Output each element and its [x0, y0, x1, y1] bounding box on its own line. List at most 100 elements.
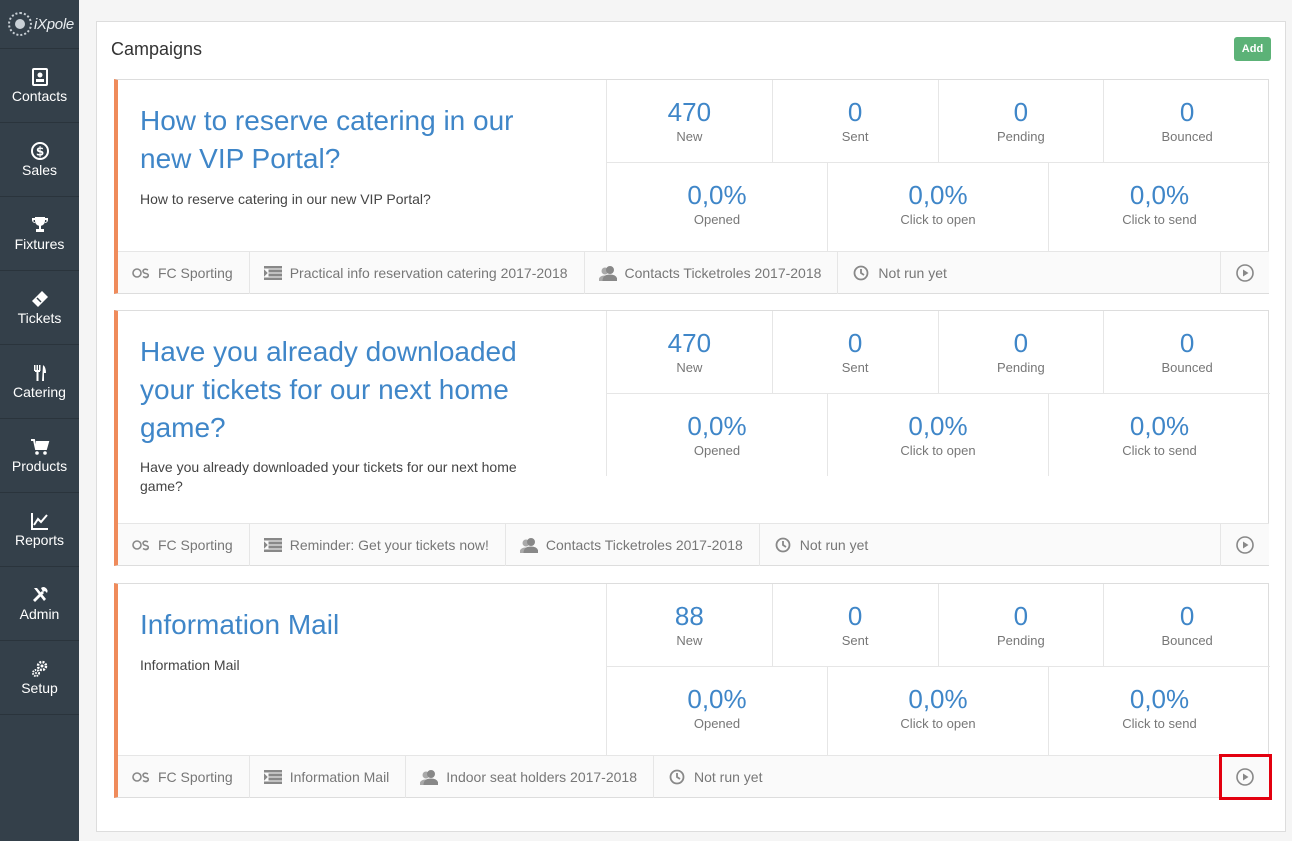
- stat-label: Click to open: [900, 212, 976, 227]
- sidebar-item-setup[interactable]: Setup: [0, 641, 79, 715]
- campaign-footer: FC Sporting Reminder: Get your tickets n…: [118, 523, 1269, 566]
- footer-club-label: FC Sporting: [158, 768, 233, 785]
- stat-value: 470: [667, 97, 712, 127]
- stat-opened: 0,0% Opened: [607, 394, 828, 476]
- sidebar-item-fixtures[interactable]: Fixtures: [0, 197, 79, 271]
- campaign-card: How to reserve catering in our new VIP P…: [114, 79, 1270, 294]
- stat-sent: 0 Sent: [773, 584, 939, 666]
- campaign-title[interactable]: Information Mail: [140, 606, 560, 644]
- stat-value: 0,0%: [1129, 180, 1190, 210]
- sidebar-item-label: Sales: [21, 162, 58, 178]
- footer-audience[interactable]: Contacts Ticketroles 2017-2018: [506, 523, 760, 566]
- footer-status-label: Not run yet: [799, 536, 869, 553]
- stat-opened: 0,0% Opened: [607, 163, 828, 251]
- cart-icon: [30, 439, 49, 455]
- sidebar-item-contacts[interactable]: Contacts: [0, 49, 79, 123]
- footer-template[interactable]: Practical info reservation catering 2017…: [250, 251, 585, 294]
- footer-status: Not run yet: [838, 252, 962, 294]
- run-campaign-button[interactable]: [1221, 252, 1269, 294]
- footer-status-label: Not run yet: [694, 768, 763, 785]
- page-title: Campaigns: [111, 39, 203, 59]
- cutlery-icon: [33, 365, 46, 381]
- footer-template-label: Information Mail: [289, 768, 390, 785]
- stat-label: Sent: [841, 633, 869, 648]
- stat-label: Sent: [841, 360, 869, 375]
- stat-click-to-open: 0,0% Click to open: [828, 667, 1049, 755]
- users-icon: [598, 265, 617, 281]
- stat-value: 0: [1013, 328, 1029, 358]
- stat-label: Opened: [693, 212, 741, 227]
- footer-club: FC Sporting: [118, 523, 250, 566]
- footer-template-label: Reminder: Get your tickets now!: [289, 536, 489, 553]
- campaign-stats: 470 New 0 Sent 0 Pending 0 Bounced 0,0% Opene…: [606, 80, 1270, 251]
- stat-label: Click to send: [1122, 443, 1197, 458]
- stat-opened: 0,0% Opened: [607, 667, 828, 755]
- template-icon: [263, 769, 282, 785]
- campaign-stats: 470 New 0 Sent 0 Pending 0 Bounced 0,0% Opene…: [606, 311, 1270, 476]
- stat-label: Bounced: [1161, 360, 1213, 375]
- logo[interactable]: iXpole: [0, 0, 79, 49]
- sidebar-item-label: Tickets: [17, 310, 62, 326]
- campaign-description: How to reserve catering in our new VIP P…: [140, 191, 431, 207]
- stat-pending: 0 Pending: [939, 80, 1105, 162]
- campaign-title[interactable]: Have you already downloaded your tickets…: [140, 333, 560, 447]
- sidebar-item-label: Contacts: [11, 88, 68, 104]
- campaigns-panel: Campaigns Add How to reserve catering in…: [96, 21, 1286, 832]
- trophy-icon: [31, 217, 48, 232]
- run-campaign-button[interactable]: [1219, 753, 1272, 800]
- stat-label: Pending: [997, 633, 1045, 648]
- sidebar-item-admin[interactable]: Admin: [0, 567, 79, 641]
- tools-icon: [32, 587, 47, 602]
- footer-status: Not run yet: [760, 524, 884, 566]
- footer-club: FC Sporting: [118, 755, 250, 798]
- stat-value: 0: [1013, 601, 1029, 631]
- stat-click-to-send: 0,0% Click to send: [1049, 163, 1270, 251]
- sidebar-item-tickets[interactable]: Tickets: [0, 271, 79, 345]
- stat-label: Opened: [693, 443, 741, 458]
- sidebar-item-sales[interactable]: $ Sales: [0, 123, 79, 197]
- stat-value: 0,0%: [908, 684, 968, 714]
- stat-label: Sent: [841, 129, 869, 144]
- footer-audience-label: Indoor seat holders 2017-2018: [446, 768, 637, 785]
- footer-club-label: FC Sporting: [158, 536, 233, 553]
- stat-value: 0: [847, 328, 863, 358]
- club-logo-icon: [132, 769, 150, 785]
- gears-icon: [31, 660, 47, 677]
- stat-label: Bounced: [1161, 633, 1213, 648]
- logo-text: iXpole: [34, 15, 74, 33]
- footer-audience[interactable]: Contacts Ticketroles 2017-2018: [585, 251, 839, 294]
- stat-label: New: [676, 129, 703, 144]
- stat-label: New: [676, 360, 703, 375]
- add-button[interactable]: Add: [1234, 37, 1271, 61]
- club-logo-icon: [132, 265, 150, 281]
- stat-value: 0,0%: [908, 411, 968, 441]
- sidebar-item-catering[interactable]: Catering: [0, 345, 79, 419]
- campaign-description: Information Mail: [140, 657, 240, 673]
- stat-value: 0,0%: [1129, 411, 1190, 441]
- users-icon: [420, 769, 439, 785]
- campaign-title[interactable]: How to reserve catering in our new VIP P…: [140, 102, 560, 178]
- sidebar-item-reports[interactable]: Reports: [0, 493, 79, 567]
- stat-value: 470: [667, 328, 712, 358]
- sidebar-item-products[interactable]: Products: [0, 419, 79, 493]
- footer-template[interactable]: Reminder: Get your tickets now!: [250, 523, 506, 566]
- footer-template[interactable]: Information Mail: [250, 755, 407, 798]
- stat-value: 0: [1179, 601, 1195, 631]
- run-campaign-button[interactable]: [1221, 524, 1269, 566]
- stat-pending: 0 Pending: [939, 311, 1105, 393]
- stat-label: Click to send: [1122, 716, 1197, 731]
- dollar-icon: $: [30, 142, 49, 160]
- footer-club: FC Sporting: [118, 251, 250, 294]
- sidebar-item-label: Products: [11, 458, 68, 474]
- contacts-icon: [31, 68, 48, 86]
- stat-click-to-open: 0,0% Click to open: [828, 394, 1049, 476]
- stat-value: 0,0%: [687, 684, 747, 714]
- template-icon: [263, 537, 282, 553]
- campaign-card: Information Mail Information Mail 88 New …: [114, 583, 1272, 800]
- stat-value: 0,0%: [1129, 684, 1190, 714]
- sidebar-item-label: Catering: [13, 384, 66, 400]
- footer-audience[interactable]: Indoor seat holders 2017-2018: [406, 755, 654, 798]
- campaign-footer: FC Sporting Practical info reservation c…: [118, 251, 1269, 294]
- campaign-description: Have you already downloaded your tickets…: [140, 459, 517, 494]
- footer-spacer: [778, 755, 1221, 798]
